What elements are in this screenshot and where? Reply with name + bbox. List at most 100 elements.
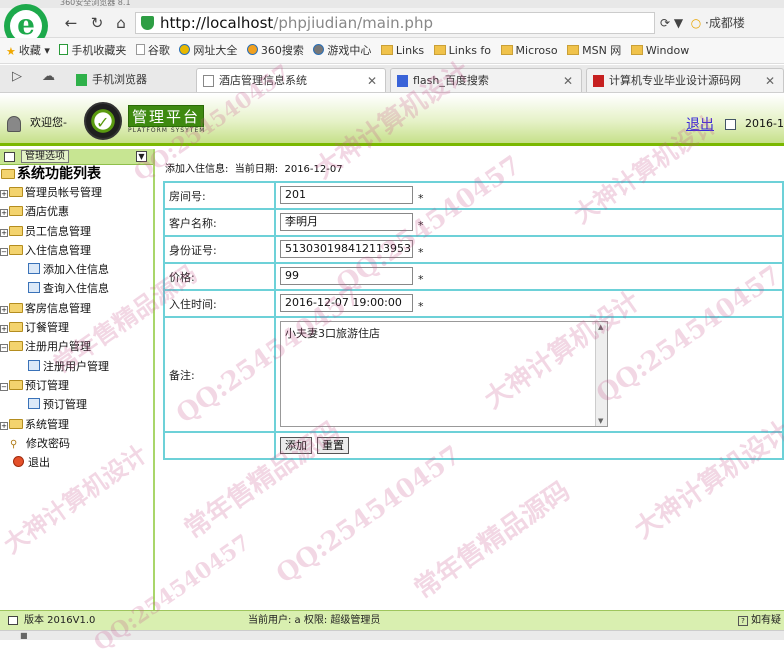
required-mark: * [418, 192, 424, 205]
collapse-sidebar-icon[interactable]: ▼ [136, 151, 147, 162]
close-tab-icon[interactable]: ✕ [765, 69, 775, 92]
sidebar-item-users-manage[interactable]: 注册用户管理 [0, 357, 153, 376]
baidu-icon [397, 75, 408, 87]
sidebar-title: 管理选项 [21, 150, 69, 163]
bookmark-links[interactable]: Links [380, 38, 424, 63]
folder-icon [9, 418, 23, 429]
sidebar: 管理选项 ▼ 系统功能列表 + 管理员帐号管理 + 酒店优惠 + 员工信息管理 − 入住… [0, 149, 155, 610]
folder-icon [9, 206, 23, 217]
bookmark-msn[interactable]: MSN 网 [567, 38, 621, 63]
sidebar-item-staff[interactable]: + 员工信息管理 [0, 222, 153, 241]
bookmark-links-for[interactable]: Links fo [433, 38, 491, 63]
form-row-room: 房间号: 201 * [165, 183, 782, 210]
folder-open-icon [9, 379, 23, 390]
checkin-time-input[interactable]: 2016-12-07 19:00:00 [280, 294, 413, 312]
tab-mobile-browser[interactable]: 手机浏览器 [70, 68, 190, 92]
bookmark-mobile[interactable]: 手机收藏夹 [59, 38, 126, 63]
customer-label: 客户名称: [165, 210, 276, 235]
add-button[interactable]: 添加 [280, 437, 312, 454]
sidebar-item-checkin[interactable]: − 入住信息管理 [0, 241, 153, 260]
sidebar-item-exit[interactable]: 退出 [0, 453, 153, 472]
platform-subtitle: PLATFORM SYSYTEM [128, 127, 206, 134]
home-icon[interactable]: ⌂ [110, 12, 132, 34]
close-tab-icon[interactable]: ✕ [563, 69, 573, 92]
sidebar-item-users[interactable]: − 注册用户管理 [0, 337, 153, 356]
remark-textarea[interactable]: 小夫妻3口旅游住店 [280, 321, 608, 427]
bookmark-urlnav[interactable]: 网址大全 [179, 38, 237, 63]
price-label: 价格: [165, 264, 276, 289]
bookmark-microsoft[interactable]: Microso [500, 38, 558, 63]
sidebar-item-booking-manage[interactable]: 预订管理 [0, 395, 153, 414]
header-date: 2016-12 [745, 117, 784, 130]
sidebar-item-system[interactable]: + 系统管理 [0, 415, 153, 434]
remark-label: 备注: [165, 318, 276, 431]
logout-link[interactable]: 退出 [686, 114, 714, 134]
idcard-input[interactable]: 513030198412113953 [280, 240, 413, 258]
calendar-icon [725, 119, 736, 130]
folder-icon [9, 302, 23, 313]
tab-hotel-system[interactable]: 酒店管理信息系统 ✕ [196, 68, 386, 92]
site-icon [593, 75, 604, 87]
bookmark-google[interactable]: 谷歌 [135, 38, 170, 63]
status-bar: 版本 2016V1.0 当前用户: a 权限: 超级管理员 ? 如有疑 [0, 610, 784, 630]
key-icon: ⚲ [10, 438, 18, 450]
reload-icon[interactable]: ↻ [86, 12, 108, 34]
folder-open-icon [9, 244, 23, 255]
sidebar-header: 管理选项 ▼ [0, 149, 153, 165]
sidebar-item-change-password[interactable]: ⚲ 修改密码 [0, 434, 153, 453]
room-number-input[interactable]: 201 [280, 186, 413, 204]
info-line: 添加入住信息: 当前日期: 2016-12-07 [165, 160, 343, 175]
folder-icon [9, 187, 23, 197]
textarea-scrollbar[interactable] [595, 322, 607, 426]
price-input[interactable]: 99 [280, 267, 413, 285]
form-row-remark: 备注: 小夫妻3口旅游住店 [165, 318, 782, 433]
help-link[interactable]: ? 如有疑 [738, 611, 781, 630]
current-date: 2016-12-07 [284, 164, 343, 175]
url-host: http://localhost [160, 14, 274, 32]
form-row-actions: 添加 重置 [165, 433, 782, 458]
tree-root[interactable]: 系统功能列表 [0, 165, 153, 183]
customer-name-input[interactable]: 李明月 [280, 213, 413, 231]
edit-icon [28, 263, 40, 275]
section-title: 添加入住信息: [165, 164, 229, 175]
edit-icon [28, 398, 40, 410]
sidebar-toggle-icon[interactable]: ▷ [12, 69, 22, 84]
power-icon [13, 456, 24, 468]
tab-flash-search[interactable]: flash_百度搜索 ✕ [390, 68, 582, 92]
cloud-icon[interactable]: ☁ [42, 69, 55, 84]
close-tab-icon[interactable]: ✕ [367, 69, 377, 92]
phone-icon [76, 74, 87, 86]
checkin-form: 房间号: 201 * 客户名称: 李明月 * 身份证号: 5130301984121… [163, 181, 784, 460]
platform-logo-icon: ✓ [84, 102, 122, 140]
bookmark-windows[interactable]: Window [630, 38, 689, 63]
bookmark-games[interactable]: 游戏中心 [313, 38, 371, 63]
bookmark-360search[interactable]: 360搜索 [246, 38, 304, 63]
form-row-price: 价格: 99 * [165, 264, 782, 291]
url-input[interactable]: http://localhost/phpjiudian/main.php [135, 12, 655, 34]
url-path: /phpjiudian/main.php [273, 14, 433, 32]
idcard-label: 身份证号: [165, 237, 276, 262]
form-row-customer: 客户名称: 李明月 * [165, 210, 782, 237]
checkin-time-label: 入住时间: [165, 291, 276, 316]
back-arrow-icon[interactable]: ← [60, 12, 82, 34]
reset-button[interactable]: 重置 [317, 437, 349, 454]
sidebar-item-hotel-discounts[interactable]: + 酒店优惠 [0, 202, 153, 221]
bookmarks-bar: ★ 收藏 ▾ 手机收藏夹 谷歌 网址大全 360搜索 游戏中心 Links Lin… [0, 38, 784, 64]
status-icon [8, 616, 18, 625]
sidebar-item-add-checkin[interactable]: 添加入住信息 [0, 260, 153, 279]
window-title: 360安全浏览器 8.1 [0, 0, 784, 8]
sidebar-item-booking[interactable]: − 预订管理 [0, 376, 153, 395]
welcome-text: 欢迎您- [30, 116, 67, 129]
bookmark-favorites[interactable]: ★ 收藏 ▾ [6, 38, 50, 63]
sidebar-item-query-checkin[interactable]: 查询入住信息 [0, 279, 153, 298]
sidebar-item-admin-accounts[interactable]: + 管理员帐号管理 [0, 183, 153, 202]
sidebar-item-orders[interactable]: + 订餐管理 [0, 318, 153, 337]
sidebar-item-rooms[interactable]: + 客房信息管理 [0, 299, 153, 318]
version-text: 版本 2016V1.0 [24, 615, 96, 626]
tab-source-code[interactable]: 计算机专业毕业设计源码网 ✕ [586, 68, 784, 92]
search-suggestion[interactable]: ⟳ ▼ ○ ·成都楼 [660, 12, 784, 34]
address-bar-row: e ← ↻ ⌂ http://localhost/phpjiudian/main… [0, 4, 784, 48]
date-label: 当前日期: [234, 164, 279, 175]
current-user-text: 当前用户: a 权限: 超级管理员 [248, 615, 381, 626]
room-label: 房间号: [165, 183, 276, 208]
